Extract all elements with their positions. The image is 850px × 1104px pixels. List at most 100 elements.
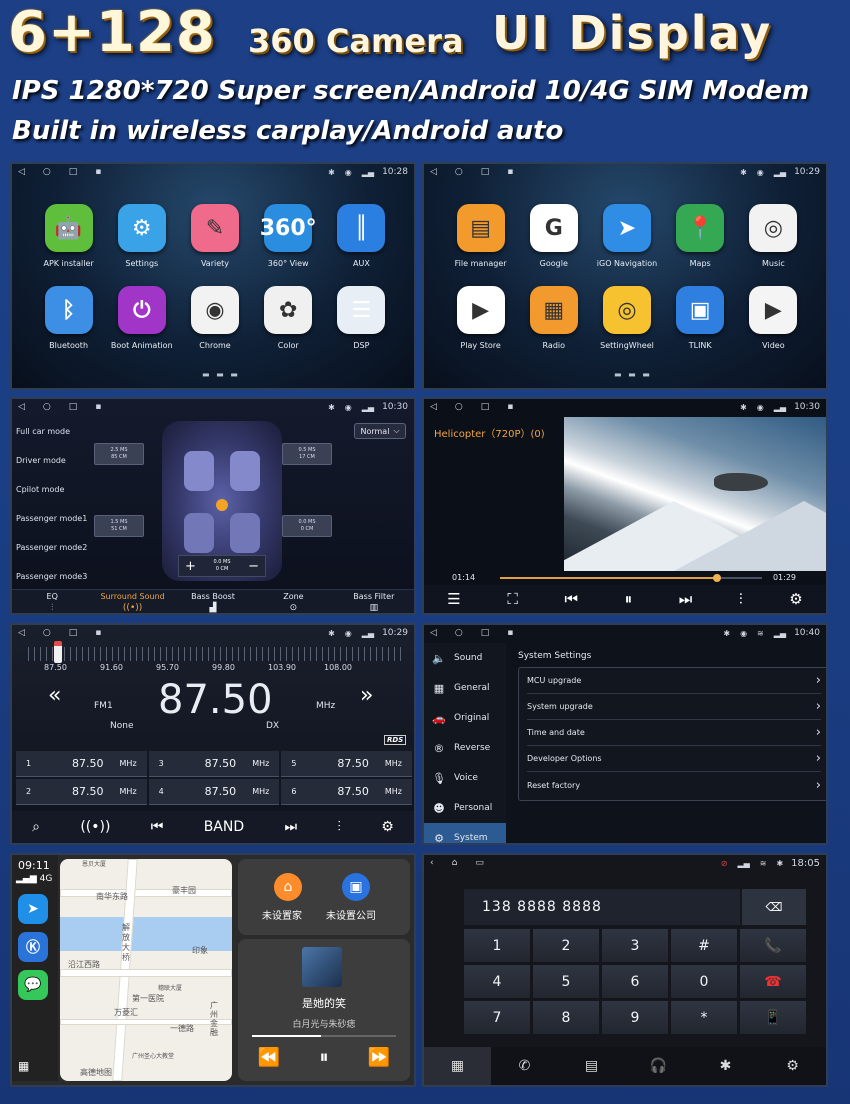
dial-key[interactable]: # [671,929,737,962]
recents-icon[interactable]: ▭ [475,858,484,868]
dial-key[interactable]: 5 [533,965,599,998]
app-play-store[interactable]: ▶ Play Store [444,286,517,350]
seek-handle[interactable] [713,574,722,582]
back-icon[interactable]: ◁ [18,167,25,177]
briefcase-icon[interactable]: ▣ [342,873,370,901]
app-tlink[interactable]: ▣ TLINK [664,286,737,350]
app-file-manager[interactable]: ▤ File manager [444,204,517,268]
equalizer-icon[interactable]: ⫶ [739,590,743,608]
previous-icon[interactable]: ⏮ [151,819,164,835]
mode-item[interactable]: Full car mode [12,417,88,446]
mode-item[interactable]: Passenger mode2 [12,533,88,562]
preset-button[interactable]: 6 87.50 MHz [281,779,412,805]
app-aux[interactable]: ║ AUX [325,204,398,268]
dialed-number-field[interactable]: 138 8888 8888 [464,889,740,925]
next-icon[interactable]: ⏭ [284,819,297,835]
sound-tab[interactable]: Zone ⊙ [253,590,333,613]
band-button[interactable]: BAND [204,819,244,835]
dial-key[interactable]: 8 [533,1001,599,1034]
dial-key[interactable]: 3 [602,929,668,962]
sidebar-item-sound[interactable]: 🔈 Sound [424,643,506,673]
back-icon[interactable]: ‹ [430,858,434,868]
dial-key[interactable]: * [671,1001,737,1034]
dial-key[interactable]: 6 [602,965,668,998]
settings-row[interactable]: Time and date › [527,720,821,746]
home-icon[interactable]: ○ [455,402,463,412]
mode-item[interactable]: Driver mode [12,446,88,475]
speaker-rear-left[interactable]: 1.5 MS 51 CM [94,515,144,537]
tab-contacts[interactable]: ▤ [558,1047,625,1085]
scan-icon[interactable]: ((•)) [80,819,110,835]
speaker-front-left[interactable]: 2.5 MS 85 CM [94,443,144,465]
app-settings[interactable]: ⚙ Settings [105,204,178,268]
rewind-icon[interactable]: ⏪ [258,1047,280,1068]
seek-bar[interactable] [500,574,762,582]
app-color[interactable]: ✿ Color [252,286,325,350]
call-button[interactable]: 📞 [740,929,806,962]
map-view[interactable]: 南华东路 豪丰园 解放大桥 沿江西路 第一医院 广州金融 万菱汇 一德路 广州圣… [60,859,232,1081]
sidebar-item-general[interactable]: ▦ General [424,673,506,703]
preset-button[interactable]: 5 87.50 MHz [281,751,412,777]
dial-key[interactable]: 1 [464,929,530,962]
home-icon[interactable]: ○ [43,628,51,638]
gear-icon[interactable]: ⚙ [381,819,394,835]
preset-button[interactable]: 1 87.50 MHz [16,751,147,777]
recents-icon[interactable]: □ [481,167,490,177]
app-settingwheel[interactable]: ◎ SettingWheel [590,286,663,350]
settings-row[interactable]: Reset factory › [527,772,821,798]
rds-badge[interactable]: RDS [384,735,407,745]
dial-key[interactable]: 7 [464,1001,530,1034]
eq-preset-dropdown[interactable]: Normal ⌵ [354,423,406,439]
recents-icon[interactable]: □ [69,167,78,177]
app-dsp[interactable]: ☰ DSP [325,286,398,350]
app-radio[interactable]: ▦ Radio [517,286,590,350]
gear-icon[interactable]: ⚙ [789,590,802,608]
fast-forward-icon[interactable]: ⏩ [368,1047,390,1068]
search-icon[interactable]: ⌕ [32,819,40,835]
app-chrome[interactable]: ◉ Chrome [178,286,251,350]
sidebar-item-original[interactable]: 🚗 Original [424,703,506,733]
recents-icon[interactable]: □ [69,628,78,638]
backspace-button[interactable]: ⌫ [742,889,806,925]
sidebar-item-personal[interactable]: ☻ Personal [424,793,506,823]
sound-tab[interactable]: Bass Filter ▥ [334,590,414,613]
seek-forward-icon[interactable]: » [360,683,373,708]
home-icon[interactable]: ○ [43,167,51,177]
back-icon[interactable]: ◁ [18,628,25,638]
app-maps[interactable]: 📍 Maps [664,204,737,268]
hang-up-button[interactable]: ☎ [740,965,806,998]
tab-keypad[interactable]: ▦ [424,1047,491,1085]
app-360-view[interactable]: 360° 360° View [252,204,325,268]
playlist-icon[interactable]: ☰ [447,590,460,608]
home-icon[interactable]: ⌂ [274,873,302,901]
app-apk-installer[interactable]: 🤖 APK installer [32,204,105,268]
increase-button[interactable]: + [185,559,196,574]
company-shortcut-label[interactable]: 未设置公司 [326,907,376,922]
speaker-front-right[interactable]: 0.5 MS 17 CM [282,443,332,465]
app-grid-icon[interactable]: ▦ [18,1059,29,1073]
app-variety[interactable]: ✎ Variety [178,204,251,268]
home-icon[interactable]: ○ [43,402,51,412]
speaker-rear-right[interactable]: 0.0 MS 0 CM [282,515,332,537]
app-video[interactable]: ▶ Video [737,286,810,350]
video-frame[interactable] [564,417,826,571]
dx-label[interactable]: DX [266,721,279,731]
tab-bluetooth[interactable]: ✱ [692,1047,759,1085]
home-shortcut-label[interactable]: 未设置家 [262,907,302,922]
tab-music[interactable]: 🎧 [625,1047,692,1085]
navigation-app-icon[interactable]: ➤ [18,894,48,924]
playback-progress[interactable] [252,1035,396,1037]
preset-button[interactable]: 2 87.50 MHz [16,779,147,805]
back-icon[interactable]: ◁ [430,402,437,412]
dial-key[interactable]: 2 [533,929,599,962]
back-icon[interactable]: ◁ [430,167,437,177]
tuning-needle[interactable] [54,641,62,663]
keypad-toggle-button[interactable]: 📱 [740,1001,806,1034]
preset-button[interactable]: 4 87.50 MHz [148,779,280,805]
back-icon[interactable]: ◁ [430,628,437,638]
dial-key[interactable]: 0 [671,965,737,998]
sidebar-item-voice[interactable]: 🎙 Voice [424,763,506,793]
mode-item[interactable]: Cpilot mode [12,475,88,504]
recents-icon[interactable]: □ [69,402,78,412]
next-icon[interactable]: ⏭ [679,590,693,608]
